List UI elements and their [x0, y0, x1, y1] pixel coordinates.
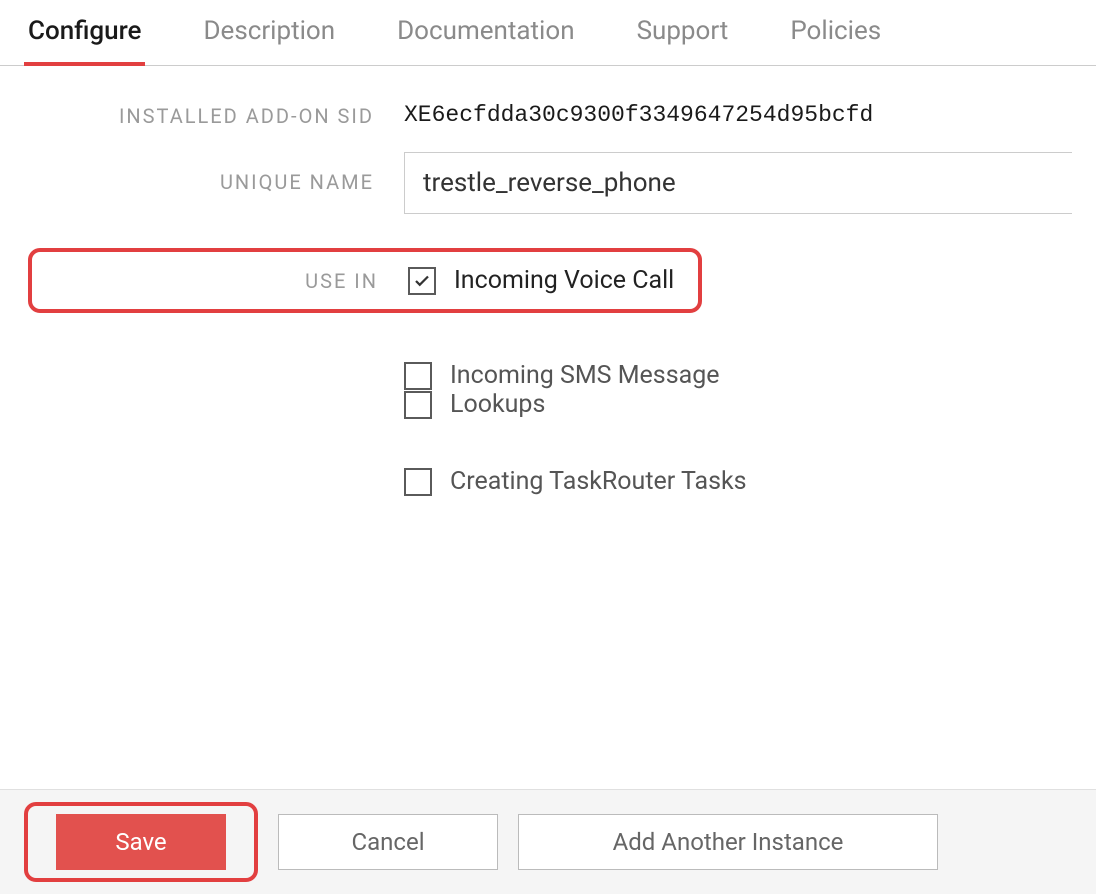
row-sid: INSTALLED ADD-ON SID XE6ecfdda30c9300f33…	[24, 96, 1072, 128]
tab-documentation[interactable]: Documentation	[393, 8, 578, 66]
add-another-instance-button[interactable]: Add Another Instance	[518, 814, 938, 870]
action-bar: Save Cancel Add Another Instance	[0, 789, 1096, 894]
highlight-use-in-voice: USE IN Incoming Voice Call	[28, 248, 702, 313]
checkbox-lookups[interactable]	[404, 391, 432, 419]
label-use-in: USE IN	[32, 269, 408, 293]
checkbox-label-taskrouter: Creating TaskRouter Tasks	[450, 467, 747, 496]
checkbox-label-voice: Incoming Voice Call	[454, 266, 674, 295]
input-unique-name[interactable]	[404, 152, 1072, 214]
tab-support[interactable]: Support	[633, 8, 733, 66]
checkbox-voice[interactable]	[408, 267, 436, 295]
label-unique-name: UNIQUE NAME	[220, 170, 374, 194]
save-button[interactable]: Save	[56, 814, 226, 870]
checkbox-row-voice: Incoming Voice Call	[408, 266, 674, 295]
checkbox-row-taskrouter: Creating TaskRouter Tasks	[404, 467, 1072, 496]
checkbox-row-sms: Incoming SMS Message	[404, 361, 1072, 390]
tab-bar: Configure Description Documentation Supp…	[0, 8, 1096, 66]
label-sid: INSTALLED ADD-ON SID	[119, 104, 374, 128]
value-sid: XE6ecfdda30c9300f3349647254d95bcfd	[404, 96, 1072, 128]
checkbox-label-sms: Incoming SMS Message	[450, 361, 720, 390]
tab-policies[interactable]: Policies	[786, 8, 885, 66]
cancel-button[interactable]: Cancel	[278, 814, 498, 870]
use-in-options: Incoming SMS Message Lookups Creating Ta…	[404, 361, 1072, 496]
row-unique-name: UNIQUE NAME	[24, 152, 1072, 214]
highlight-save: Save	[24, 802, 258, 882]
checkbox-label-lookups: Lookups	[450, 390, 545, 419]
check-icon	[413, 272, 431, 290]
checkbox-sms[interactable]	[404, 362, 432, 390]
tab-configure[interactable]: Configure	[24, 8, 145, 66]
configure-form: INSTALLED ADD-ON SID XE6ecfdda30c9300f33…	[0, 66, 1096, 496]
checkbox-row-lookups: Lookups	[404, 390, 1072, 419]
checkbox-taskrouter[interactable]	[404, 468, 432, 496]
tab-description[interactable]: Description	[199, 8, 339, 66]
